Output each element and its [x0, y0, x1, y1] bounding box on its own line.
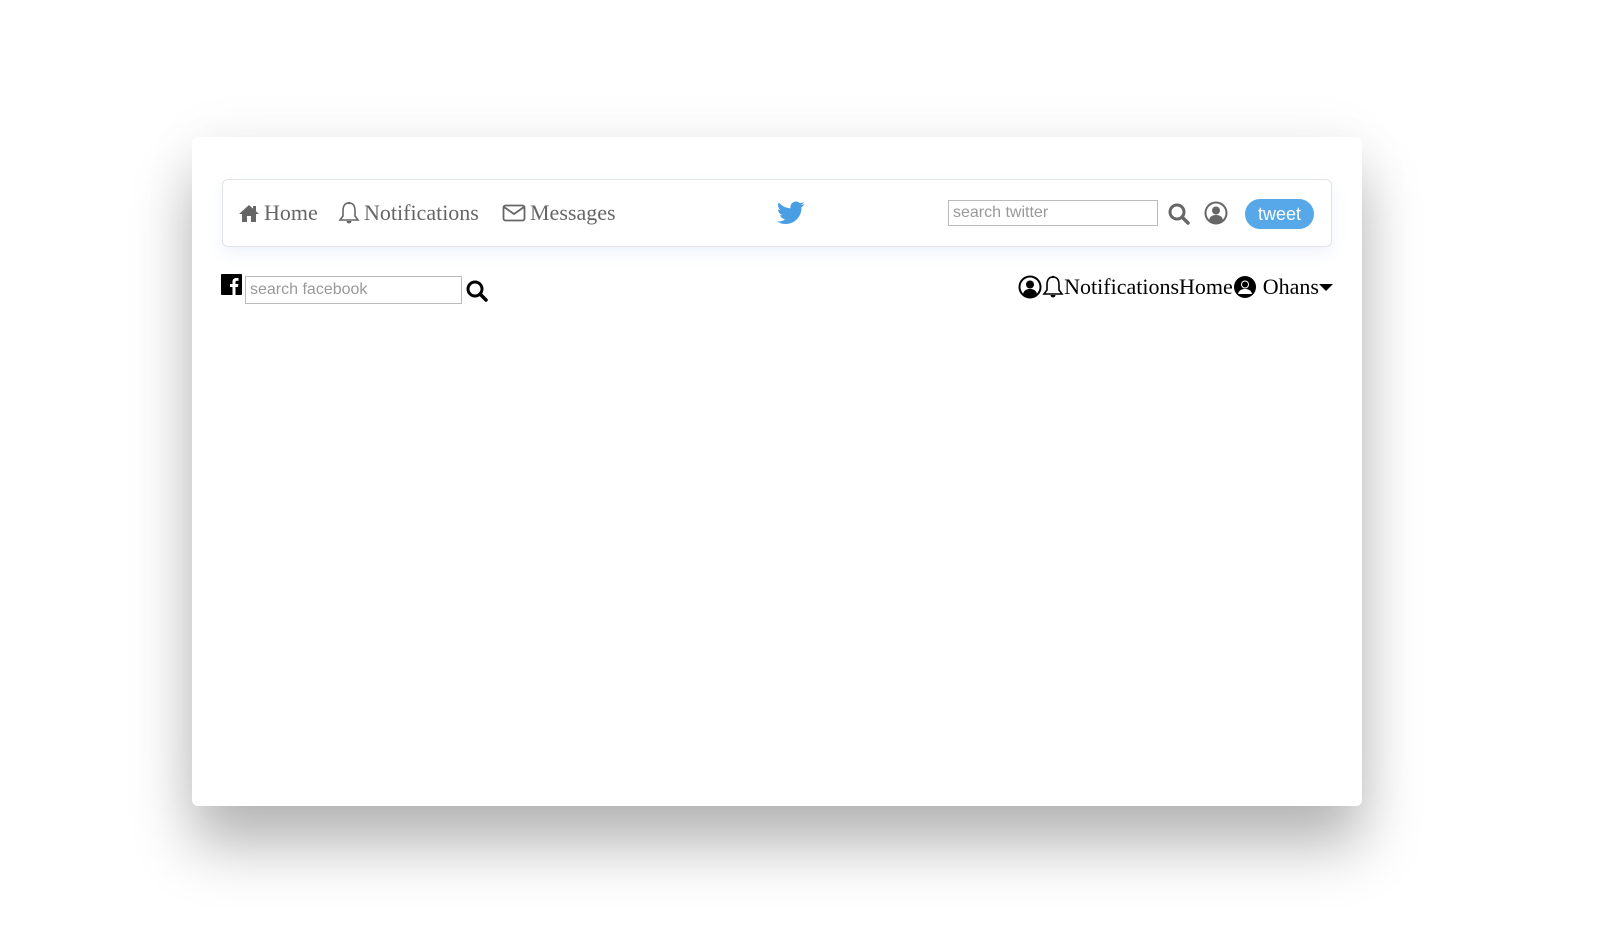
fb-notifications-link[interactable]: Notifications: [1064, 274, 1179, 300]
bell-icon: [338, 201, 360, 224]
bell-icon[interactable]: [1042, 275, 1064, 299]
facebook-navbar-right: Notifications Home Ohans: [1018, 274, 1333, 300]
home-icon: [239, 205, 259, 222]
user-circle-icon[interactable]: [1018, 275, 1042, 299]
search-icon[interactable]: [465, 279, 489, 303]
twitter-bird-icon[interactable]: [777, 201, 805, 225]
tweet-button[interactable]: tweet: [1245, 199, 1314, 229]
twitter-navbar: Home Notifications Messages tweet: [222, 179, 1332, 247]
fb-home-link[interactable]: Home: [1179, 274, 1233, 300]
user-avatar-icon[interactable]: [1233, 275, 1257, 299]
search-icon[interactable]: [1167, 202, 1191, 226]
facebook-search-input[interactable]: [245, 276, 462, 304]
nav-item-home-label: Home: [264, 200, 318, 225]
nav-item-messages-label: Messages: [530, 200, 616, 225]
user-name[interactable]: Ohans: [1263, 274, 1319, 300]
user-circle-icon[interactable]: [1204, 201, 1228, 225]
envelope-icon: [502, 204, 526, 222]
twitter-search-input[interactable]: [948, 200, 1158, 226]
caret-down-icon[interactable]: [1319, 282, 1333, 292]
nav-item-notifications[interactable]: Notifications: [338, 180, 479, 246]
app-card: Home Notifications Messages tweet Notifi…: [192, 137, 1362, 806]
nav-item-messages[interactable]: Messages: [502, 180, 616, 246]
facebook-icon[interactable]: [221, 274, 242, 295]
nav-item-home[interactable]: Home: [238, 180, 318, 246]
nav-item-notifications-label: Notifications: [364, 200, 479, 225]
